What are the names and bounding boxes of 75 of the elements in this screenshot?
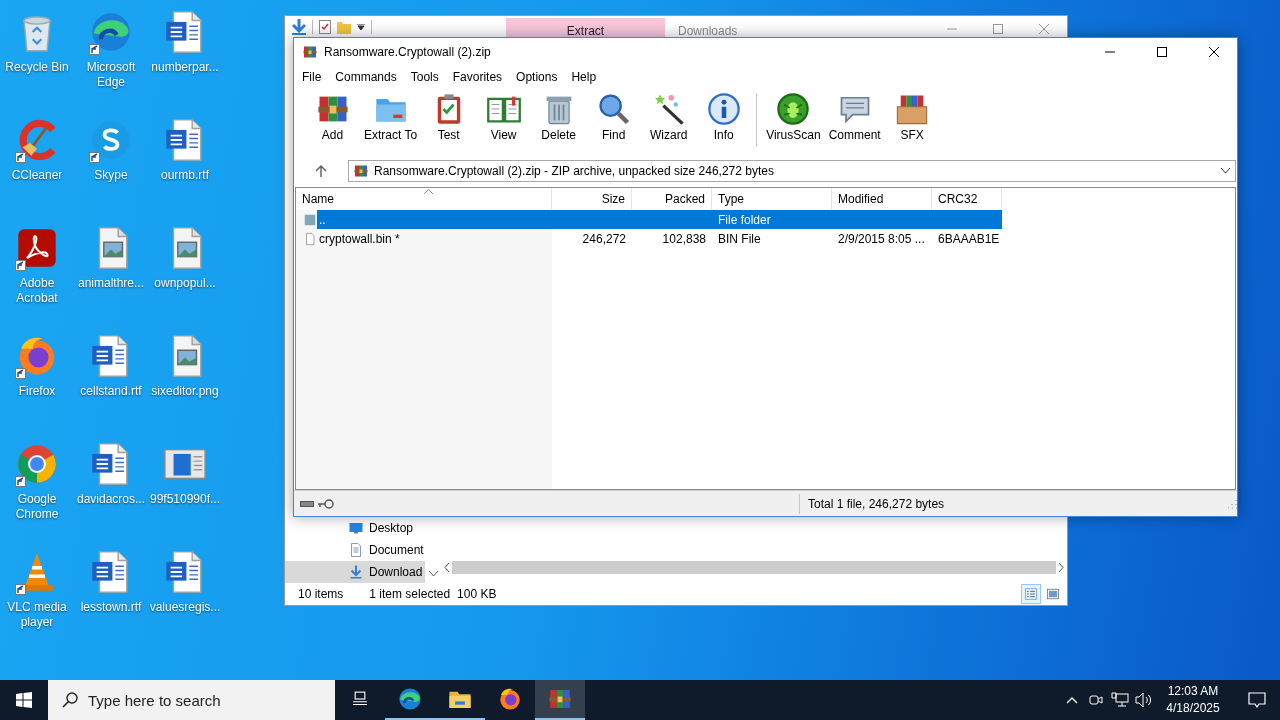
address-field[interactable]: Ransomware.Cryptowall (2).zip - ZIP archive, unpacked size 246,272 bytes <box>348 160 1236 182</box>
notification-icon[interactable] <box>1248 691 1266 709</box>
monitor-icon <box>348 520 364 536</box>
bug-icon <box>775 91 812 127</box>
status-text: 1 item selected <box>369 587 451 601</box>
table-cell: cryptowall.bin * <box>319 231 400 246</box>
resize-grip-icon <box>1227 498 1237 509</box>
windows-logo-icon[interactable] <box>16 692 32 708</box>
scroll-left-icon[interactable] <box>444 563 450 572</box>
taskbar-app[interactable] <box>535 680 585 720</box>
thumbnail-view-icon <box>1046 587 1060 601</box>
nav-item[interactable]: Desktop <box>285 517 425 539</box>
toolbar-button[interactable]: Wizard <box>641 91 697 142</box>
close-icon[interactable] <box>1209 47 1219 57</box>
view-button[interactable] <box>1021 584 1041 604</box>
toolbar-button[interactable]: Info <box>696 91 752 142</box>
table-cell: 246,272 <box>582 231 626 246</box>
document-icon <box>348 542 364 558</box>
table-cell: 102,838 <box>662 231 706 246</box>
menu-item[interactable]: Options <box>509 68 565 86</box>
ribbon-tab[interactable]: Extract <box>506 18 665 38</box>
toolbar-button[interactable]: SFX <box>884 91 940 142</box>
info-icon <box>705 91 742 127</box>
status-text: 100 KB <box>457 587 497 601</box>
search-icon <box>62 692 78 708</box>
search-field[interactable]: Type here to search <box>48 680 335 720</box>
key-icon <box>318 498 334 509</box>
toolbar-button[interactable]: VirusScan <box>762 91 825 142</box>
fox-globe-icon <box>497 686 523 712</box>
toolbar-button[interactable]: Test <box>421 91 477 142</box>
checklist-icon[interactable] <box>319 20 331 34</box>
menu-item[interactable]: Tools <box>403 68 446 86</box>
clock[interactable]: 12:03 AM 4/18/2025 <box>1160 683 1226 717</box>
menu-item[interactable]: Help <box>564 68 604 86</box>
status-text: Total 1 file, 246,272 bytes <box>808 496 946 511</box>
dropdown-caret-icon[interactable] <box>357 24 365 30</box>
menu-item[interactable]: Favorites <box>445 68 510 86</box>
file-row[interactable]: cryptowall.bin * 246,272 102,838 BIN File 2/9/2015 8:05 ... 6BAAAB1E <box>317 229 1002 248</box>
toolbar-button[interactable]: Add <box>305 91 360 142</box>
table-cell: 2/9/2015 8:05 ... <box>838 231 925 246</box>
toolbar-button[interactable]: Comment <box>824 91 885 142</box>
scroll-right-icon[interactable] <box>1058 563 1064 572</box>
download-arrow-icon[interactable] <box>292 19 306 35</box>
scrollbar-thumb[interactable] <box>452 561 1056 574</box>
speaker-icon[interactable] <box>1135 692 1153 708</box>
network-icon[interactable] <box>1111 692 1129 708</box>
menu-item[interactable]: Commands <box>328 68 404 86</box>
books-archive-icon <box>353 163 369 179</box>
maximize-icon[interactable] <box>1157 47 1167 57</box>
books-archive-icon <box>302 44 318 60</box>
window-title: Downloads <box>678 24 738 38</box>
table-cell: File folder <box>718 212 771 227</box>
chevron-up-icon[interactable] <box>1066 696 1078 704</box>
dropdown-caret-icon[interactable] <box>1221 168 1230 174</box>
details-view-icon <box>1024 587 1038 601</box>
drive-icon <box>300 499 314 508</box>
toolbar-button[interactable]: Find <box>586 91 642 142</box>
status-text: 10 items <box>298 587 344 601</box>
window-title: Ransomware.Cryptowall (2).zip <box>324 45 492 59</box>
wave-logo-icon <box>397 686 423 712</box>
toolbar-button[interactable]: View <box>476 91 532 142</box>
toolbar-button[interactable]: Extract To <box>360 91 422 142</box>
download-arrow-icon <box>348 564 364 580</box>
file-icon <box>303 231 317 246</box>
nav-item[interactable]: Download <box>285 561 425 583</box>
table-cell: 6BAAAB1E <box>938 231 1000 246</box>
file-row[interactable]: .. File folder <box>317 210 1002 229</box>
camera-icon[interactable] <box>1089 692 1103 708</box>
up-arrow-icon[interactable] <box>315 165 327 177</box>
menu-item[interactable]: File <box>295 68 329 86</box>
table-cell: .. <box>319 212 326 227</box>
table-cell: BIN File <box>718 231 761 246</box>
toolbar-button[interactable]: Delete <box>531 91 587 142</box>
scroll-down-icon[interactable] <box>428 571 438 577</box>
nav-item[interactable]: Document <box>285 539 425 561</box>
